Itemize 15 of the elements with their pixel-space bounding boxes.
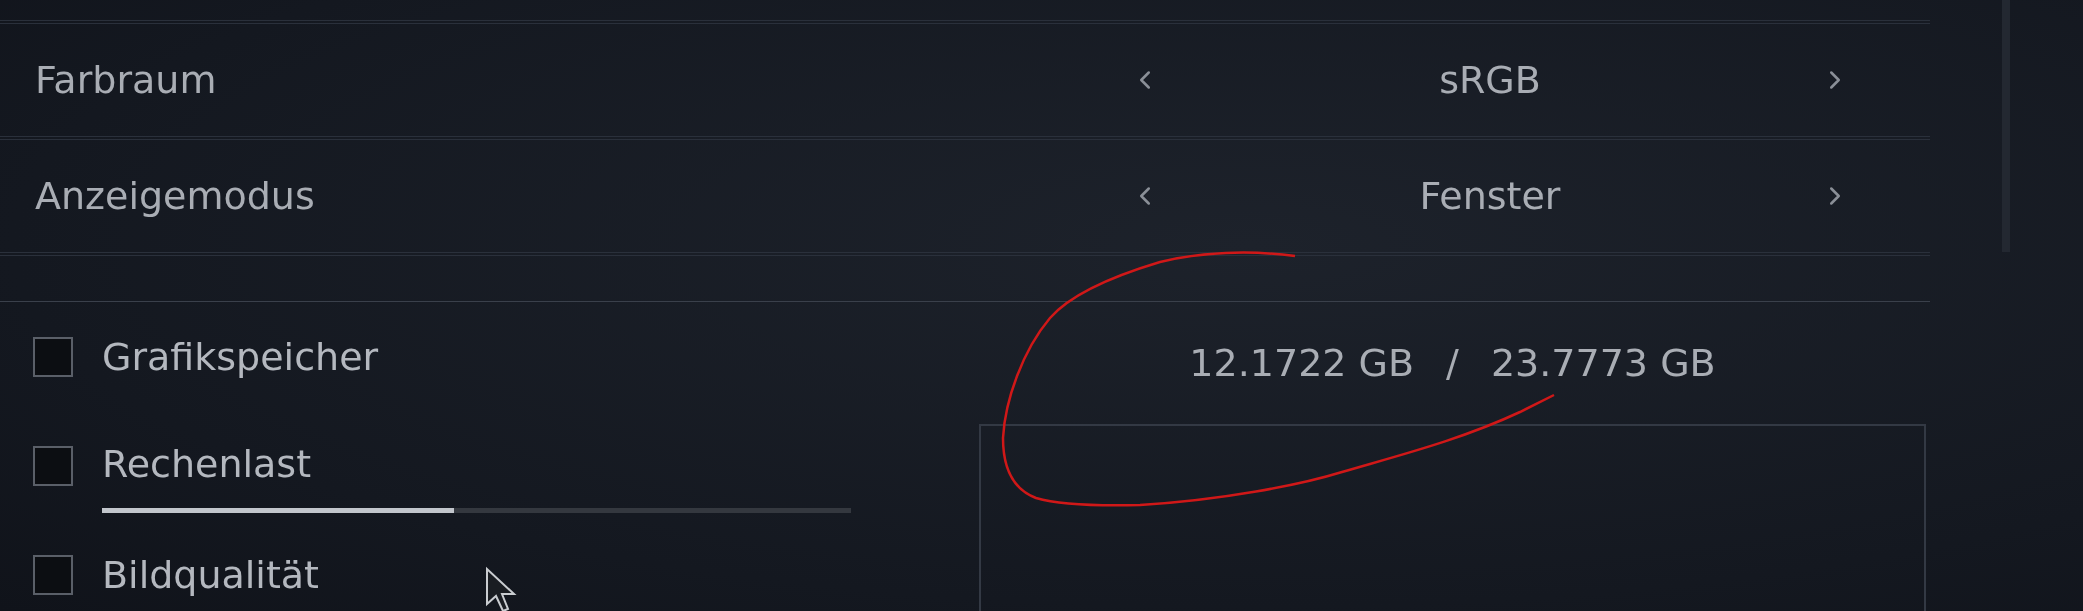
- checkbox-label: Bildqualität: [102, 551, 319, 599]
- checkbox-label: Rechenlast: [102, 441, 313, 488]
- setting-value: Fenster: [1418, 174, 1562, 218]
- setting-label: Anzeigemodus: [34, 174, 316, 218]
- checkbox[interactable]: [33, 554, 73, 595]
- separator: /: [1446, 341, 1459, 385]
- memory-total: 23.7773 GB: [1490, 341, 1716, 385]
- memory-used: 12.1722 GB: [1189, 341, 1415, 385]
- setting-label: Farbraum: [34, 58, 218, 102]
- checkbox-label: Grafikspeicher: [102, 333, 379, 381]
- checkbox[interactable]: [33, 336, 73, 377]
- checkbox[interactable]: [33, 445, 73, 486]
- cursor-icon: [486, 566, 517, 611]
- slider-track[interactable]: [102, 508, 851, 513]
- setting-value: sRGB: [1438, 58, 1542, 102]
